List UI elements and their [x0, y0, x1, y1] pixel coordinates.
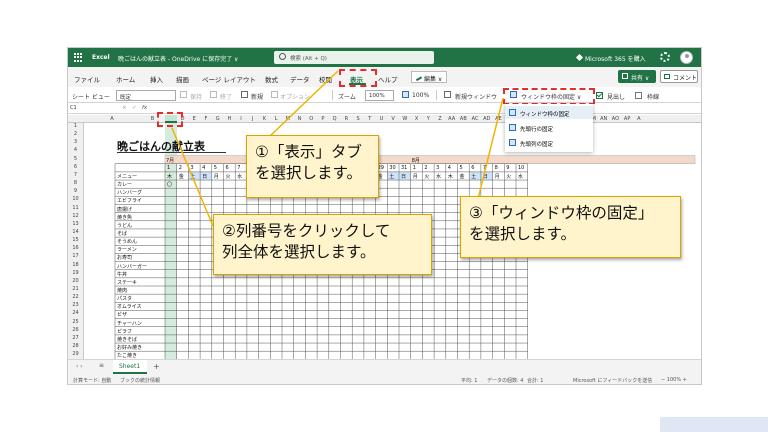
day-of-week: 木 [167, 173, 173, 180]
day-of-week: 土 [389, 173, 395, 180]
day-number: 9 [506, 164, 510, 171]
callout-1-line-2: を選択します。 [255, 164, 362, 182]
status-average: 平均: 1 [461, 378, 478, 384]
day-of-week: 月 [494, 173, 500, 180]
day-of-week: 火 [506, 173, 512, 180]
freeze-top-row-icon [509, 124, 516, 131]
day-number: 10 [518, 164, 525, 171]
menu-item: ハンバーグ [117, 190, 143, 197]
day-of-week: 火 [424, 173, 430, 180]
menu-item: ピラフ [117, 328, 133, 335]
day-number: 2 [424, 164, 428, 171]
menu-item: オムライス [117, 304, 142, 311]
day-of-week: 月 [213, 173, 219, 180]
zoom-control[interactable]: − 100% + [661, 377, 687, 383]
day-of-week: 金 [178, 173, 184, 180]
column-c-highlight [157, 112, 183, 127]
day-number: 4 [202, 164, 206, 171]
menu-item: ピザ [117, 312, 128, 319]
status-bar: 計算モード: 自動 ブックの統計情報 平均: 1 データの個数: 4 合計: 1… [68, 374, 701, 384]
freeze-panes-option[interactable]: ウィンドウ枠の固定 [505, 106, 593, 119]
freeze-panes-icon [509, 109, 516, 116]
day-number: 6 [471, 164, 475, 171]
day-number: 5 [213, 164, 217, 171]
day-number: 7 [482, 164, 487, 171]
day-of-week: 月 [412, 173, 418, 180]
menu-item: チャーハン [117, 320, 142, 327]
freeze-top-row-option[interactable]: 先頭行の固定 [505, 121, 593, 134]
callout-2-line-2: 列全体を選択します。 [222, 243, 376, 261]
day-of-week: 日 [401, 173, 407, 180]
callout-3-line-1: ③「ウィンドウ枠の固定」 [469, 204, 654, 222]
day-number: 30 [389, 164, 396, 171]
menu-item: ステーキ [117, 279, 138, 286]
menu-item: そうめん [117, 239, 138, 246]
day-of-week: 水 [518, 173, 524, 180]
day-of-week: 火 [225, 173, 231, 180]
day-number: 8 [494, 164, 498, 171]
menu-item: お好み焼き [117, 345, 143, 352]
menu-item: 焼き魚 [117, 214, 133, 221]
calc-mode: 計算モード: 自動 [73, 378, 112, 384]
menu-mark: 〇 [167, 182, 173, 189]
freeze-first-column-icon [509, 139, 516, 146]
callout-2-line-1: ②列番号をクリックして [222, 222, 391, 240]
month-label-august: 8月 [411, 157, 420, 164]
add-sheet-button[interactable]: + [153, 362, 160, 371]
watermark-logo [660, 417, 768, 432]
callout-1-line-1: ①「表示」タブ [255, 143, 362, 161]
title-underline [117, 152, 226, 153]
day-number: 3 [190, 164, 194, 171]
menu-item: パスタ [117, 296, 133, 303]
day-number: 4 [447, 164, 451, 171]
day-of-week: 水 [436, 173, 442, 180]
day-number: 1 [412, 164, 416, 171]
callout-3-line-2: を選択します。 [469, 225, 576, 243]
menu-item: そば [117, 230, 128, 237]
month-label-july: 7月 [166, 157, 175, 164]
day-number: 2 [178, 164, 182, 171]
freeze-panes-dropdown: ウィンドウ枠の固定 先頭行の固定 先頭列の固定 [505, 104, 593, 152]
callout-step-2: ②列番号をクリックして 列全体を選択します。 [213, 214, 432, 275]
status-sum: 合計: 1 [527, 378, 544, 384]
menu-item: 牛丼 [117, 271, 128, 278]
callout-step-3: ③「ウィンドウ枠の固定」 を選択します。 [460, 196, 681, 258]
sheet-tab-bar: ‹ › ≡ Sheet1 + [68, 359, 701, 374]
menu-column-label: メニュー [117, 173, 138, 180]
day-of-week: 水 [237, 173, 243, 180]
day-number: 3 [436, 164, 440, 171]
menu-item: ラーメン [117, 247, 137, 254]
sheet-tab-sheet1[interactable]: Sheet1 [113, 360, 147, 374]
menu-item: ハンバーガー [117, 263, 148, 270]
day-number: 1 [167, 164, 171, 171]
status-count: データの個数: 4 [487, 378, 524, 384]
menu-item: 焼肉 [117, 288, 128, 294]
feedback-link[interactable]: Microsoft にフィードバックを送信 [573, 377, 652, 384]
menu-item: お寿司 [117, 255, 133, 262]
day-of-week: 木 [447, 173, 453, 180]
day-of-week: 土 [190, 173, 196, 180]
freeze-first-column-option[interactable]: 先頭列の固定 [505, 136, 593, 149]
sheet-nav-icon[interactable]: ‹ › [76, 363, 83, 370]
menu-item: 唐揚げ [117, 206, 133, 213]
menu-item: カレー [117, 182, 133, 189]
day-number: 7 [237, 164, 241, 171]
day-of-week: 日 [482, 173, 488, 180]
menu-item: エビフライ [117, 198, 143, 205]
day-of-week: 日 [202, 173, 208, 180]
all-sheets-icon[interactable]: ≡ [99, 362, 104, 369]
day-number: 31 [401, 164, 408, 171]
day-number: 6 [225, 164, 229, 171]
month-bar [164, 155, 696, 164]
day-of-week: 土 [471, 173, 477, 180]
workbook-stats[interactable]: ブックの統計情報 [120, 377, 160, 384]
day-of-week: 金 [459, 173, 465, 180]
menu-item: うどん [117, 222, 133, 229]
callout-step-1: ①「表示」タブ を選択します。 [246, 135, 379, 198]
menu-item: 焼きそば [117, 336, 138, 343]
day-number: 5 [459, 164, 463, 171]
